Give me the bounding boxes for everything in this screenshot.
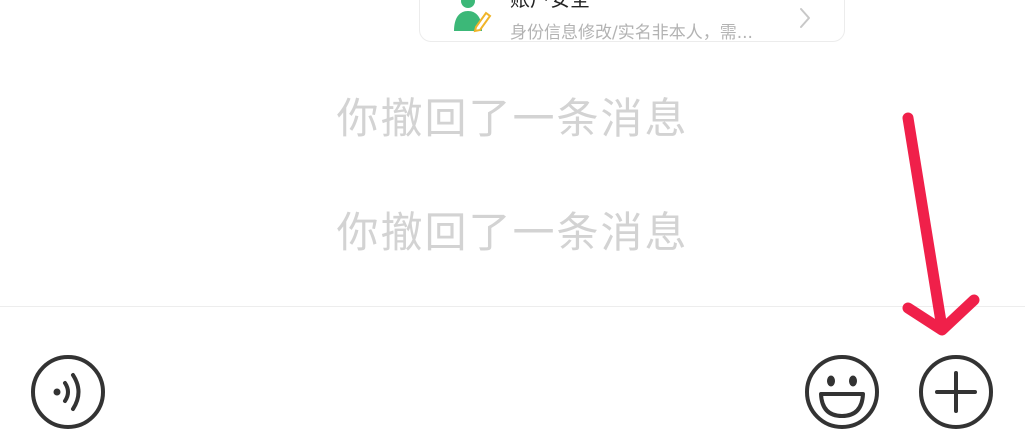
input-divider: [0, 306, 1025, 307]
emoji-icon[interactable]: [804, 354, 880, 430]
chat-screen: 账户安全 身份信息修改/实名非本人，需... 你撤回了一条消息 你撤回了一条消息: [0, 0, 1025, 444]
account-security-card[interactable]: 账户安全 身份信息修改/实名非本人，需...: [419, 0, 845, 43]
recalled-message-notice: 你撤回了一条消息: [336, 208, 689, 257]
person-edit-icon: [454, 0, 492, 33]
plus-icon[interactable]: [918, 354, 994, 430]
voice-icon[interactable]: [30, 354, 106, 430]
card-subtitle: 身份信息修改/实名非本人，需...: [510, 23, 753, 43]
card-title: 账户安全: [510, 0, 590, 9]
recalled-message-notice: 你撤回了一条消息: [336, 94, 689, 143]
chevron-right-icon: [800, 8, 810, 28]
